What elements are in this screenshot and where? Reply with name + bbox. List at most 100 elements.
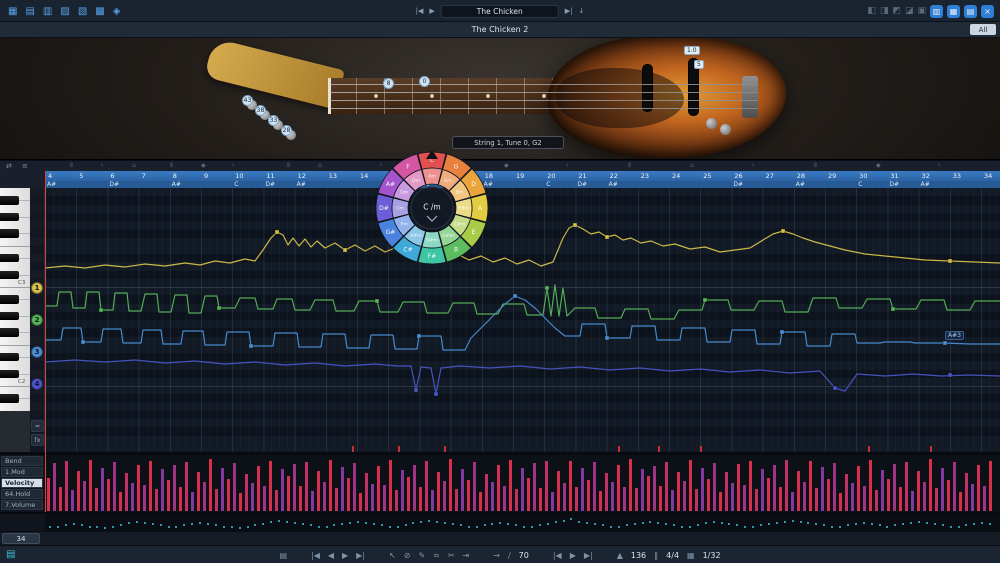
close-button[interactable]: × xyxy=(981,4,994,18)
bass-string-1[interactable] xyxy=(330,84,758,85)
velocity-bar[interactable] xyxy=(389,459,392,511)
volume-dot[interactable] xyxy=(870,523,873,526)
curve-node[interactable] xyxy=(604,335,610,341)
volume-dot[interactable] xyxy=(918,520,920,523)
piano-keys[interactable]: C3 C2 xyxy=(0,188,30,411)
volume-dot[interactable] xyxy=(902,523,905,526)
velocity-bar[interactable] xyxy=(137,465,140,511)
velocity-bar[interactable] xyxy=(497,464,500,511)
velocity-bar[interactable] xyxy=(977,465,980,511)
volume-dot[interactable] xyxy=(254,524,257,527)
volume-dot[interactable] xyxy=(846,524,849,527)
marker-icon[interactable]: ⌂ xyxy=(132,162,136,169)
volume-dot[interactable] xyxy=(839,525,841,528)
velocity-bar[interactable] xyxy=(365,472,368,511)
volume-dot[interactable] xyxy=(665,523,668,526)
volume-dot[interactable] xyxy=(949,525,952,528)
pitch-curve-string-1[interactable] xyxy=(45,224,1000,269)
velocity-bar[interactable] xyxy=(839,492,842,511)
next-song-button[interactable]: ▶| xyxy=(565,7,573,15)
curve-node[interactable] xyxy=(512,293,518,299)
volume-knob[interactable] xyxy=(706,118,717,129)
velocity-bar[interactable] xyxy=(413,465,416,511)
tempo-value[interactable]: 136 xyxy=(631,551,646,560)
volume-dot[interactable] xyxy=(546,523,549,526)
marker-icon[interactable]: ◆ xyxy=(201,162,206,169)
velocity-bar[interactable] xyxy=(731,483,734,511)
velocity-bar[interactable] xyxy=(395,490,398,511)
velocity-bar[interactable] xyxy=(197,471,200,511)
volume-dot[interactable] xyxy=(641,522,644,524)
chord-label[interactable]: D# xyxy=(577,181,587,188)
volume-dot[interactable] xyxy=(207,523,209,526)
string-badge-1[interactable]: 1 xyxy=(31,282,43,294)
volume-dot[interactable] xyxy=(451,523,454,526)
velocity-bar[interactable] xyxy=(863,485,866,511)
velocity-bar[interactable] xyxy=(125,473,128,511)
velocity-bar[interactable] xyxy=(155,489,158,511)
marker-icon[interactable]: Ⅱ xyxy=(814,162,817,169)
volume-dot[interactable] xyxy=(933,523,936,526)
velocity-bar[interactable] xyxy=(761,468,764,511)
piano-keyboard[interactable]: C3 C2 xyxy=(0,188,30,452)
pencil-tool[interactable]: ✎ xyxy=(418,551,425,560)
volume-dot[interactable] xyxy=(633,523,636,526)
velocity-bar[interactable] xyxy=(425,460,428,511)
grid-view-icon[interactable]: ▦ xyxy=(8,6,17,17)
knob-value-chip[interactable]: 5 xyxy=(694,60,704,69)
all-button[interactable]: All xyxy=(970,24,996,35)
velocity-bar[interactable] xyxy=(767,477,770,511)
velocity-bar[interactable] xyxy=(929,459,932,511)
lane-tab-64hold[interactable]: 64.Hold xyxy=(1,489,43,499)
volume-dot[interactable] xyxy=(246,525,249,528)
volume-dot[interactable] xyxy=(72,523,75,526)
volume-dot[interactable] xyxy=(775,522,778,524)
volume-dot[interactable] xyxy=(688,525,691,528)
chord-label[interactable]: C xyxy=(546,181,550,188)
time-signature-value[interactable]: 4/4 xyxy=(666,551,679,560)
curve-node[interactable] xyxy=(274,229,280,235)
volume-dot[interactable] xyxy=(649,520,652,523)
volume-dot[interactable] xyxy=(973,523,976,526)
velocity-bar[interactable] xyxy=(791,491,794,511)
black-key[interactable] xyxy=(0,229,19,238)
volume-dot[interactable] xyxy=(380,524,383,527)
velocity-bar[interactable] xyxy=(533,462,536,511)
volume-dot[interactable] xyxy=(309,524,312,527)
volume-dot[interactable] xyxy=(404,524,407,527)
velocity-bar[interactable] xyxy=(71,490,74,511)
volume-dot[interactable] xyxy=(807,522,810,524)
chord-label[interactable]: C xyxy=(234,181,238,188)
velocity-bar[interactable] xyxy=(509,460,512,511)
volume-dot[interactable] xyxy=(981,522,984,524)
velocity-bar[interactable] xyxy=(719,492,722,511)
song-title-box[interactable]: The Chicken xyxy=(440,4,559,18)
volume-dot[interactable] xyxy=(420,520,423,523)
velocity-bar[interactable] xyxy=(683,481,686,511)
velocity-bar[interactable] xyxy=(335,487,338,511)
volume-dot[interactable] xyxy=(222,525,225,528)
volume-dot[interactable] xyxy=(617,525,620,528)
chord-label[interactable]: A# xyxy=(921,181,930,188)
velocity-bar[interactable] xyxy=(845,473,848,511)
velocity-bar[interactable] xyxy=(815,488,818,511)
settings-icon[interactable]: ◈ xyxy=(113,6,121,17)
curve-node[interactable] xyxy=(947,258,953,264)
volume-dot[interactable] xyxy=(704,522,707,524)
volume-dot[interactable] xyxy=(80,524,83,527)
volume-dot[interactable] xyxy=(894,524,897,527)
black-key[interactable] xyxy=(0,196,19,205)
volume-dot[interactable] xyxy=(538,524,541,527)
velocity-bar[interactable] xyxy=(899,487,902,511)
velocity-bar[interactable] xyxy=(641,469,644,511)
velocity-bar[interactable] xyxy=(593,462,596,511)
velocity-bar[interactable] xyxy=(911,491,914,511)
velocity-bar[interactable] xyxy=(167,479,170,511)
curve-node[interactable] xyxy=(216,305,222,311)
velocity-bar[interactable] xyxy=(563,482,566,511)
velocity-bar[interactable] xyxy=(575,487,578,511)
layout-1-icon[interactable]: ◧ xyxy=(867,6,876,16)
velocity-bar[interactable] xyxy=(875,489,878,511)
volume-dot[interactable] xyxy=(436,520,439,523)
volume-dot[interactable] xyxy=(467,525,470,528)
